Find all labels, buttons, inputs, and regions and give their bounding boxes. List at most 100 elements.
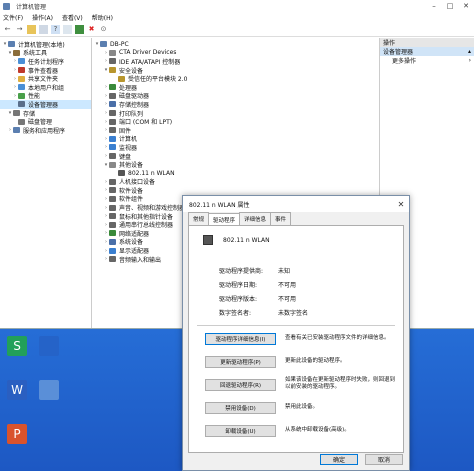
- device-category-icon: [109, 101, 116, 108]
- device_tree-item[interactable]: ▾ 安全设备: [92, 66, 379, 75]
- device_tree-item[interactable]: › 处理器: [92, 83, 379, 92]
- device_tree-item[interactable]: 802.11 n WLAN: [92, 169, 379, 178]
- close-icon[interactable]: ✕: [458, 2, 474, 10]
- device_tree-item[interactable]: › 端口 (COM 和 LPT): [92, 117, 379, 126]
- help-icon[interactable]: ?: [51, 25, 60, 34]
- device_tree-item[interactable]: ▾ DB-PC: [92, 40, 379, 49]
- console-tree: ▾ 计算机管理(本地) ▾ 系统工具 › 任务计划程序 › 事件查看器 › 共享文件夹 › 本地用户和…: [0, 38, 92, 328]
- device_tree-item[interactable]: › 打印队列: [92, 109, 379, 118]
- disable-icon[interactable]: ⊙: [99, 25, 108, 34]
- menu-file[interactable]: 文件(F): [3, 13, 23, 22]
- device_tree-item[interactable]: › IDE ATA/ATAPI 控制器: [92, 57, 379, 66]
- uninstall-device-button[interactable]: 卸载设备(U): [205, 425, 276, 437]
- tab-general[interactable]: 常规: [188, 212, 210, 225]
- uninstall-device-desc: 从系统中卸载设备(高级)。: [285, 427, 350, 433]
- cancel-button[interactable]: 取消: [365, 454, 403, 465]
- minimize-icon[interactable]: –: [426, 2, 442, 10]
- forward-icon[interactable]: →: [15, 25, 24, 34]
- device_tree-item[interactable]: › 监视器: [92, 143, 379, 152]
- window-title: 计算机管理: [16, 3, 47, 11]
- device-category-icon: [100, 41, 107, 48]
- device_tree-item[interactable]: › 存储控制器: [92, 100, 379, 109]
- device_tree-label: DB-PC: [110, 40, 129, 48]
- driver-tab-panel: 802.11 n WLAN 驱动程序提供商: 未知 驱动程序日期: 不可用 驱动程序…: [188, 225, 404, 453]
- roll-back-driver-button[interactable]: 回退驱动程序(R): [205, 379, 276, 391]
- left_tree-item[interactable]: › 事件查看器: [0, 66, 91, 75]
- prop-value: 未数字签名: [278, 310, 309, 317]
- left_tree-label: 服务和应用程序: [23, 127, 66, 135]
- prop-value: 不可用: [278, 282, 297, 289]
- network-adapter-icon: [203, 235, 213, 245]
- device-category-icon: [109, 204, 116, 211]
- desktop-shortcut[interactable]: S: [2, 336, 32, 376]
- device_tree-item[interactable]: › 磁盘驱动器: [92, 92, 379, 100]
- left_tree-item[interactable]: 设备管理器: [0, 100, 91, 109]
- prop-key: 驱动程序版本:: [219, 296, 258, 303]
- left_tree-item[interactable]: › 性能: [0, 92, 91, 100]
- device_tree-item[interactable]: ▾ 其他设备: [92, 160, 379, 169]
- close-icon[interactable]: ✕: [393, 200, 409, 209]
- more-actions-item[interactable]: 更多操作 ›: [380, 56, 474, 65]
- update-driver-desc: 更新此设备的驱动程序。: [285, 358, 346, 364]
- dialog-title-bar: 802.11 n WLAN 属性 ✕: [183, 196, 409, 212]
- actions-group-device-manager[interactable]: 设备管理器 ▴: [380, 47, 474, 56]
- device-category-icon: [109, 247, 116, 254]
- scan-hardware-icon[interactable]: [63, 25, 72, 34]
- device-name: 802.11 n WLAN: [223, 236, 270, 244]
- device_tree-item[interactable]: 受信任的平台模块 2.0: [92, 74, 379, 83]
- roll-back-driver-desc: 如果该设备在更新驱动程序时失败，则回退到以前安装的驱动程序。: [285, 377, 396, 390]
- device-category-icon: [109, 161, 116, 168]
- update-driver-button[interactable]: 更新驱动程序(P): [205, 356, 276, 368]
- title-bar: 计算机管理 – □ ✕: [0, 0, 474, 12]
- left_tree-item[interactable]: 磁盘管理: [0, 117, 91, 126]
- menu-view[interactable]: 查看(V): [62, 13, 83, 22]
- driver-details-button[interactable]: 驱动程序详细信息(I): [205, 333, 276, 345]
- left_tree-item[interactable]: › 任务计划程序: [0, 57, 91, 66]
- maximize-icon[interactable]: □: [442, 2, 458, 10]
- desktop-shortcut[interactable]: [34, 380, 64, 420]
- device_tree-item[interactable]: › CTA Driver Devices: [92, 49, 379, 58]
- properties-icon[interactable]: [39, 25, 48, 34]
- prop-key: 驱动程序日期:: [219, 282, 258, 289]
- left_tree-item[interactable]: ▾ 系统工具: [0, 49, 91, 57]
- window-controls: – □ ✕: [426, 2, 474, 10]
- ok-button[interactable]: 确定: [320, 454, 358, 465]
- device_tree-item[interactable]: › 人机接口设备: [92, 178, 379, 186]
- left_tree-item[interactable]: › 共享文件夹: [0, 74, 91, 83]
- device-category-icon: [109, 195, 116, 202]
- left_tree-item[interactable]: ▾ 存储: [0, 109, 91, 118]
- tab-driver[interactable]: 驱动程序: [208, 213, 241, 225]
- device_tree-label: 音频输入和输出: [119, 256, 162, 264]
- tab-events[interactable]: 事件: [270, 212, 292, 225]
- device-manager-icon: [18, 101, 25, 108]
- app-shortcut-icon: S: [7, 336, 27, 356]
- back-icon[interactable]: ←: [3, 25, 12, 34]
- up-icon[interactable]: [27, 25, 36, 34]
- app-shortcut-icon: [39, 336, 59, 356]
- toolbar: ← → ? ✖ ⊙: [0, 23, 474, 37]
- desktop-shortcut[interactable]: P: [2, 424, 32, 464]
- uninstall-icon[interactable]: ✖: [87, 25, 96, 34]
- menu-action[interactable]: 操作(A): [32, 13, 53, 22]
- update-driver-icon[interactable]: [75, 25, 84, 34]
- app-shortcut-icon: [39, 380, 59, 400]
- tab-details[interactable]: 详细信息: [239, 212, 272, 225]
- device_tree-label: CTA Driver Devices: [119, 49, 177, 57]
- desktop-shortcut[interactable]: [34, 336, 64, 376]
- shared-folder-icon: [18, 75, 25, 82]
- left_tree-item[interactable]: ▾ 计算机管理(本地): [0, 40, 91, 49]
- left_tree-item[interactable]: › 服务和应用程序: [0, 126, 91, 135]
- disable-device-button[interactable]: 禁用设备(D): [205, 402, 276, 414]
- storage-icon: [13, 110, 20, 117]
- device-category-icon: [109, 153, 116, 160]
- device_tree-item[interactable]: › 软件设备: [92, 186, 379, 195]
- device-category-icon: [109, 213, 116, 220]
- device_tree-item[interactable]: › 固件: [92, 126, 379, 135]
- left_tree-item[interactable]: › 本地用户和组: [0, 83, 91, 92]
- desktop-shortcut[interactable]: W: [2, 380, 32, 420]
- menu-help[interactable]: 帮助(H): [92, 13, 113, 22]
- device_tree-item[interactable]: › 键盘: [92, 152, 379, 161]
- device-category-icon: [118, 75, 125, 82]
- device_tree-item[interactable]: › 计算机: [92, 135, 379, 143]
- properties-dialog: 802.11 n WLAN 属性 ✕ 常规 驱动程序 详细信息 事件 802.1…: [182, 195, 410, 471]
